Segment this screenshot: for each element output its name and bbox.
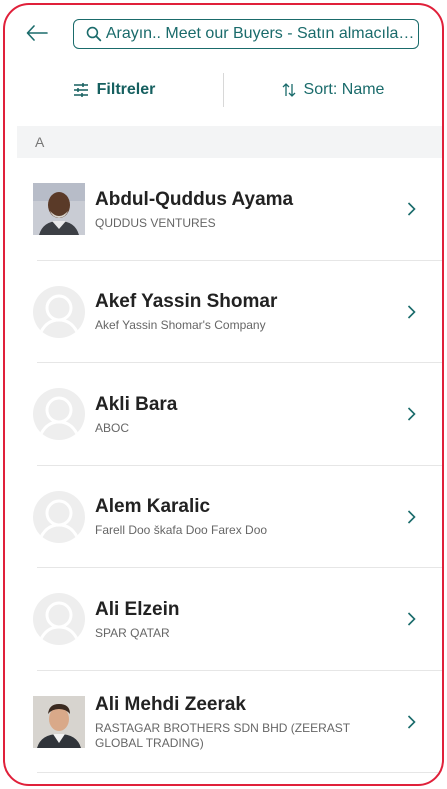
search-placeholder: Arayın.. Meet our Buyers - Satın almacıl… xyxy=(105,25,418,42)
buyer-row[interactable]: Alem Karalic Farell Doo škafa Doo Farex … xyxy=(5,466,442,569)
buyer-company: ABOC xyxy=(95,420,130,435)
buyer-name: Ali Mehdi Zeerak xyxy=(95,693,246,715)
buyer-name: Akli Bara xyxy=(95,393,178,415)
phone-frame: Arayın.. Meet our Buyers - Satın almacıl… xyxy=(3,3,444,786)
filter-button[interactable]: Filtreler xyxy=(5,81,223,99)
buyer-name: Alem Karalic xyxy=(95,496,211,518)
top-bar: Arayın.. Meet our Buyers - Satın almacıl… xyxy=(5,5,442,63)
avatar-placeholder xyxy=(33,490,85,543)
buyer-row[interactable]: Akli Bara ABOC xyxy=(5,363,442,466)
buyer-company: SPAR QATAR xyxy=(95,625,170,640)
sliders-icon xyxy=(73,83,88,97)
avatar xyxy=(33,183,85,236)
buyer-name: Abdul-Quddus Ayama xyxy=(95,188,294,210)
sort-button[interactable]: Sort: Name xyxy=(224,81,442,99)
filter-label: Filtreler xyxy=(96,81,156,98)
chevron-right-icon xyxy=(407,202,416,216)
buyer-company: Akef Yassin Shomar's Company xyxy=(95,318,266,333)
chevron-right-icon xyxy=(407,305,416,319)
buyer-company: QUDDUS VENTURES xyxy=(95,215,216,230)
user-placeholder-icon xyxy=(39,601,79,640)
avatar-placeholder xyxy=(33,285,85,338)
buyer-company: RASTAGAR BROTHERS SDN BHD (ZEERAST GLOBA… xyxy=(95,720,350,750)
avatar-placeholder xyxy=(33,593,85,646)
filter-sort-bar: Filtreler Sort: Name xyxy=(5,67,442,113)
user-placeholder-icon xyxy=(39,294,79,333)
buyer-row[interactable]: Akef Yassin Shomar Akef Yassin Shomar's … xyxy=(5,261,442,364)
buyer-row[interactable]: Abdul-Quddus Ayama QUDDUS VENTURES xyxy=(5,158,442,261)
sort-arrows-icon xyxy=(282,83,295,97)
section-header: A xyxy=(17,126,442,158)
chevron-right-icon xyxy=(407,510,416,524)
search-input[interactable]: Arayın.. Meet our Buyers - Satın almacıl… xyxy=(73,19,419,49)
buyer-row[interactable]: Ali Elzein SPAR QATAR xyxy=(5,568,442,671)
back-button[interactable] xyxy=(23,19,51,47)
section-letter: A xyxy=(35,134,45,150)
buyer-name: Ali Elzein xyxy=(95,598,180,620)
chevron-right-icon xyxy=(407,612,416,626)
buyer-list: Abdul-Quddus Ayama QUDDUS VENTURES Akef … xyxy=(5,158,442,773)
buyer-row[interactable]: Ali Mehdi Zeerak RASTAGAR BROTHERS SDN B… xyxy=(5,671,442,774)
buyer-name: Akef Yassin Shomar xyxy=(95,291,278,313)
user-placeholder-icon xyxy=(39,396,79,435)
search-icon xyxy=(86,26,102,42)
arrow-left-icon xyxy=(26,25,48,41)
chevron-right-icon xyxy=(407,407,416,421)
user-placeholder-icon xyxy=(39,499,79,538)
avatar-placeholder xyxy=(33,388,85,441)
sort-label: Sort: Name xyxy=(303,81,385,98)
avatar xyxy=(33,695,85,748)
buyer-company: Farell Doo škafa Doo Farex Doo xyxy=(95,523,268,538)
chevron-right-icon xyxy=(407,715,416,729)
